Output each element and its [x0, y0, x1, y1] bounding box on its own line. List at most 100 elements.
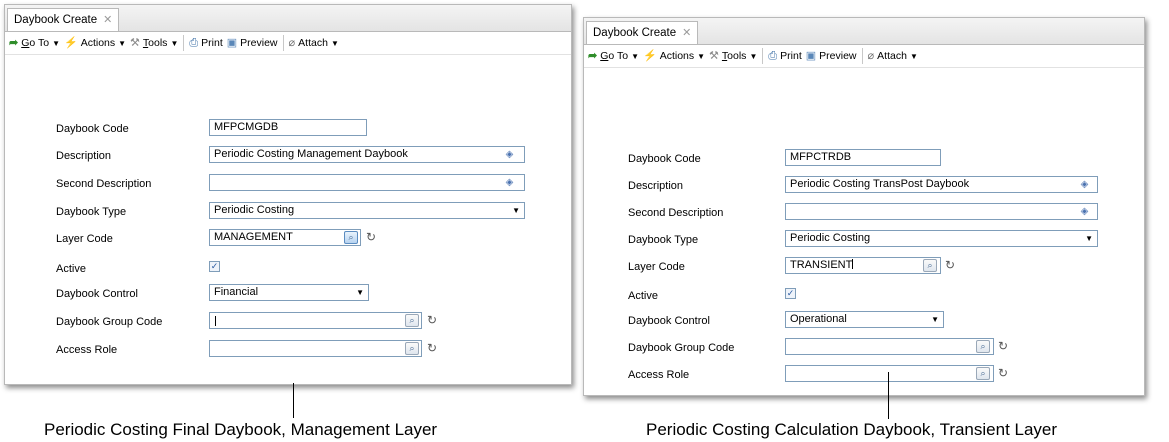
refresh-icon[interactable]: ↻: [366, 230, 376, 244]
tools-menu-button[interactable]: ⚒ Tools ▼: [130, 37, 178, 49]
refresh-icon[interactable]: ↻: [998, 366, 1008, 380]
second-description-input[interactable]: [209, 174, 525, 191]
lookup-icon[interactable]: ⌕: [405, 314, 419, 327]
text-cursor: [852, 259, 854, 269]
print-button[interactable]: ⎙ Print: [768, 50, 801, 62]
row-daybook-control: Daybook Control Financial ▼: [5, 284, 571, 306]
layer-code-input[interactable]: MANAGEMENT: [209, 229, 361, 246]
attach-menu-button[interactable]: ⌀ Attach ▼: [868, 50, 918, 62]
row-layer-code: Layer Code MANAGEMENT ⌕ ↻: [5, 229, 571, 251]
goto-menu-button[interactable]: ➦ Go To ▼: [9, 37, 60, 49]
tab-daybook-create[interactable]: Daybook Create ✕: [586, 21, 699, 44]
tools-menu-button[interactable]: ⚒ Tools ▼: [709, 50, 757, 62]
print-button[interactable]: ⎙ Print: [189, 37, 222, 49]
tab-bar: Daybook Create ✕: [584, 18, 1144, 45]
goto-arrow-icon: ➦: [9, 37, 19, 49]
toolbar-separator: [183, 35, 185, 51]
actions-menu-button[interactable]: ⚡ Actions ▼: [64, 37, 126, 49]
printer-icon: ⎙: [768, 50, 778, 62]
daybook-code-label: Daybook Code: [628, 153, 701, 165]
caption-transient-layer: Periodic Costing Calculation Daybook, Tr…: [646, 420, 1058, 439]
layer-code-label: Layer Code: [56, 233, 113, 245]
row-access-role: Access Role ⌕ ↻: [5, 340, 571, 362]
lookup-icon[interactable]: ⌕: [923, 259, 937, 272]
close-icon[interactable]: ✕: [682, 27, 691, 39]
paperclip-icon: ⌀: [288, 37, 296, 49]
close-icon[interactable]: ✕: [103, 14, 112, 26]
preview-button[interactable]: ▣ Preview: [806, 50, 857, 62]
row-second-description: Second Description ◈: [584, 203, 1144, 225]
lookup-icon[interactable]: ⌕: [976, 340, 990, 353]
tools-icon: ⚒: [709, 50, 719, 62]
toolbar-separator: [282, 35, 284, 51]
translate-icon[interactable]: ◈: [503, 148, 516, 161]
attach-label: Attach: [877, 50, 907, 62]
daybook-create-panel-transient: Daybook Create ✕ ➦ Go To ▼ ⚡ Actions ▼ ⚒ …: [583, 17, 1145, 396]
daybook-type-label: Daybook Type: [56, 206, 127, 218]
layer-code-value: TRANSIENT: [790, 259, 853, 271]
daybook-code-input[interactable]: MFPCTRDB: [785, 149, 941, 166]
daybook-control-select[interactable]: Financial ▼: [209, 284, 369, 301]
row-second-description: Second Description ◈: [5, 174, 571, 196]
tab-daybook-create[interactable]: Daybook Create ✕: [7, 8, 120, 31]
chevron-down-icon: ▼: [631, 51, 639, 61]
lightning-icon: ⚡: [63, 37, 78, 49]
callout-line-left: [293, 383, 294, 418]
chevron-down-icon: ▼: [356, 288, 364, 297]
daybook-group-code-label: Daybook Group Code: [56, 316, 163, 328]
refresh-icon[interactable]: ↻: [998, 339, 1008, 353]
daybook-control-value: Financial: [214, 286, 259, 298]
row-access-role: Access Role ⌕ ↻: [584, 365, 1144, 387]
daybook-control-label: Daybook Control: [56, 288, 138, 300]
description-input[interactable]: Periodic Costing TransPost Daybook: [785, 176, 1098, 193]
attach-label: Attach: [298, 37, 328, 49]
access-role-input[interactable]: [209, 340, 422, 357]
chevron-down-icon: ▼: [52, 38, 60, 48]
description-input[interactable]: Periodic Costing Management Daybook: [209, 146, 525, 163]
row-active: Active ✓: [584, 286, 1144, 308]
lookup-icon[interactable]: ⌕: [405, 342, 419, 355]
print-label: Print: [780, 50, 802, 62]
preview-button[interactable]: ▣ Preview: [227, 37, 278, 49]
refresh-icon[interactable]: ↻: [427, 341, 437, 355]
active-checkbox[interactable]: ✓: [785, 288, 796, 299]
layer-code-input[interactable]: TRANSIENT: [785, 257, 941, 274]
translate-icon[interactable]: ◈: [503, 176, 516, 189]
refresh-icon[interactable]: ↻: [427, 313, 437, 327]
lookup-icon[interactable]: ⌕: [344, 231, 358, 244]
preview-label: Preview: [240, 37, 278, 49]
row-daybook-type: Daybook Type Periodic Costing ▼: [584, 230, 1144, 252]
tools-label: Tools: [142, 37, 168, 49]
toolbar: ➦ Go To ▼ ⚡ Actions ▼ ⚒ Tools ▼ ⎙ Print …: [584, 45, 1144, 68]
actions-menu-button[interactable]: ⚡ Actions ▼: [643, 50, 705, 62]
second-description-input[interactable]: [785, 203, 1098, 220]
chevron-down-icon: ▼: [1085, 234, 1093, 243]
access-role-input[interactable]: [785, 365, 994, 382]
daybook-group-code-input[interactable]: [785, 338, 994, 355]
text-cursor: [215, 316, 216, 326]
translate-icon[interactable]: ◈: [1078, 205, 1091, 218]
row-daybook-group-code: Daybook Group Code ⌕ ↻: [584, 338, 1144, 360]
daybook-type-label: Daybook Type: [628, 234, 699, 246]
daybook-type-value: Periodic Costing: [790, 232, 871, 244]
daybook-type-select[interactable]: Periodic Costing ▼: [785, 230, 1098, 247]
chevron-down-icon: ▼: [931, 315, 939, 324]
active-checkbox[interactable]: ✓: [209, 261, 220, 272]
attach-menu-button[interactable]: ⌀ Attach ▼: [289, 37, 339, 49]
goto-menu-button[interactable]: ➦ Go To ▼: [588, 50, 639, 62]
toolbar-separator: [762, 48, 764, 64]
lookup-icon[interactable]: ⌕: [976, 367, 990, 380]
daybook-create-panel-management: Daybook Create ✕ ➦ Go To ▼ ⚡ Actions ▼ ⚒ …: [4, 4, 572, 385]
tab-label: Daybook Create: [593, 27, 677, 39]
access-role-label: Access Role: [628, 369, 690, 381]
translate-icon[interactable]: ◈: [1078, 178, 1091, 191]
print-label: Print: [201, 37, 223, 49]
tools-icon: ⚒: [130, 37, 140, 49]
printer-icon: ⎙: [189, 37, 199, 49]
daybook-control-select[interactable]: Operational ▼: [785, 311, 944, 328]
refresh-icon[interactable]: ↻: [945, 258, 955, 272]
daybook-code-label: Daybook Code: [56, 123, 129, 135]
daybook-code-input[interactable]: MFPCMGDB: [209, 119, 367, 136]
daybook-type-select[interactable]: Periodic Costing ▼: [209, 202, 525, 219]
daybook-group-code-input[interactable]: [209, 312, 422, 329]
